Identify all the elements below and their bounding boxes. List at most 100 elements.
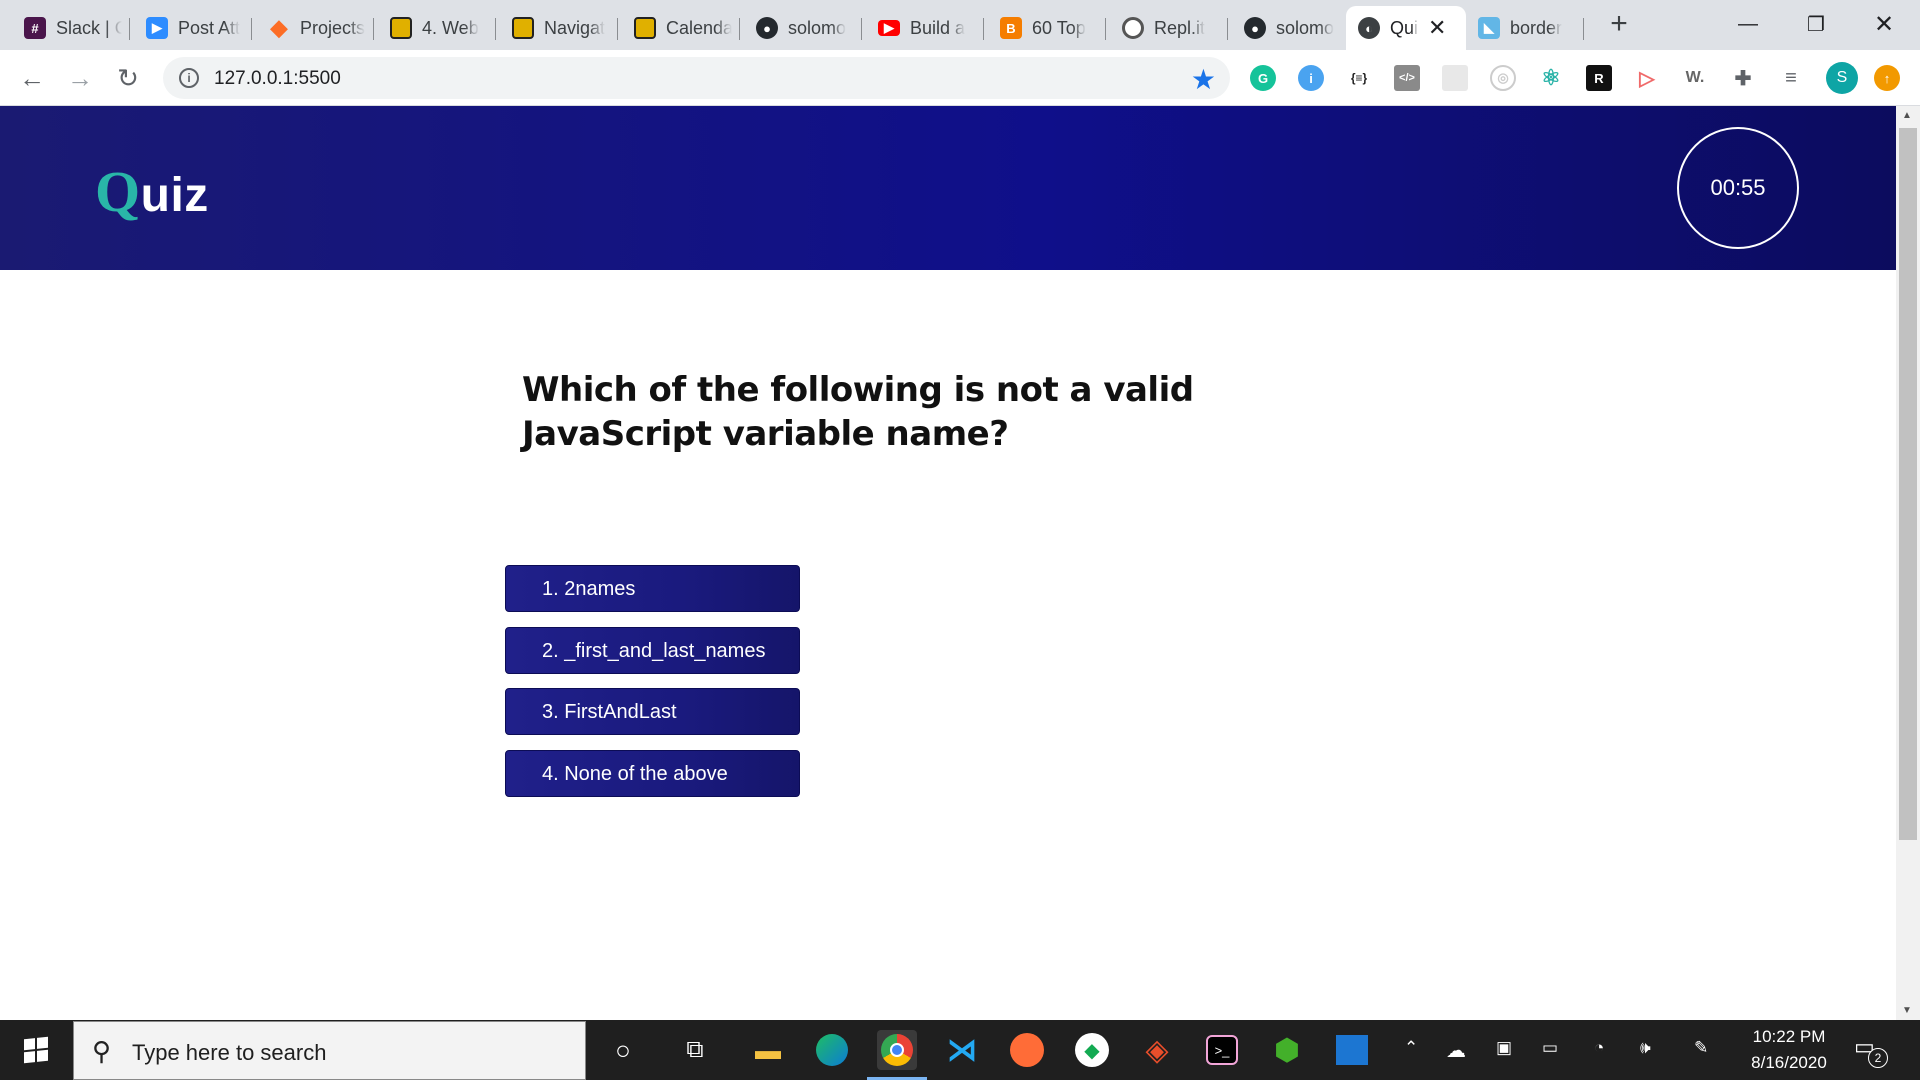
quiz-header: Quiz 00:55 bbox=[0, 106, 1896, 270]
taskbar-search-box[interactable]: ⚲ Type here to search bbox=[73, 1021, 586, 1080]
windows-taskbar: ⚲ Type here to search ○ ⧉ ▬ ⋊ ◆ ◈ >_ ⬢ ⌃… bbox=[0, 1020, 1920, 1080]
zoom-icon: ▶ bbox=[146, 17, 168, 39]
youtube-icon: ▶ bbox=[878, 20, 900, 36]
tab-quiz-active[interactable]: ◐ Qui ✕ bbox=[1346, 6, 1466, 50]
tab-label: Qui bbox=[1390, 17, 1419, 38]
tab-blogger[interactable]: B 60 Top bbox=[988, 6, 1106, 50]
close-window-button[interactable]: ✕ bbox=[1854, 6, 1914, 42]
logo-initial: Q bbox=[95, 159, 141, 224]
screen-sharing-icon[interactable]: ▣ bbox=[1496, 1038, 1512, 1058]
github-icon: ● bbox=[1244, 17, 1266, 39]
git-icon[interactable]: ◈ bbox=[1137, 1030, 1177, 1070]
scroll-down-arrow-icon[interactable]: ▼ bbox=[1902, 1005, 1912, 1016]
answer-option-2[interactable]: 2. _first_and_last_names bbox=[505, 626, 800, 674]
tab-label: Navigat bbox=[544, 17, 606, 38]
mongodb-compass-icon[interactable]: ◆ bbox=[1072, 1030, 1112, 1070]
learn-icon bbox=[390, 17, 412, 39]
scroll-up-arrow-icon[interactable]: ▲ bbox=[1902, 110, 1912, 121]
bookmark-star-icon[interactable]: ★ bbox=[1191, 63, 1216, 96]
r-extension-icon[interactable]: R bbox=[1586, 65, 1612, 91]
tab-github-2[interactable]: ● solomo bbox=[1232, 6, 1350, 50]
site-info-icon[interactable]: i bbox=[179, 68, 199, 88]
tab-label: solomo bbox=[1276, 17, 1335, 38]
info-extension-icon[interactable]: i bbox=[1298, 65, 1324, 91]
tab-calendar[interactable]: Calenda bbox=[622, 6, 740, 50]
tab-replit[interactable]: Repl.it bbox=[1110, 6, 1228, 50]
new-tab-button[interactable]: + bbox=[1604, 9, 1634, 40]
minimize-button[interactable]: — bbox=[1718, 6, 1778, 42]
tab-label: 60 Top bbox=[1032, 17, 1086, 38]
terminal-icon[interactable]: >_ bbox=[1202, 1030, 1242, 1070]
play-extension-icon[interactable]: ▷ bbox=[1634, 65, 1660, 91]
file-explorer-icon[interactable]: ▬ bbox=[748, 1030, 788, 1070]
countdown-timer: 00:55 bbox=[1677, 127, 1799, 249]
screen: # Slack | C ▶ Post Att ◆ Projects 4. Web… bbox=[0, 0, 1920, 1080]
tab-label: Build a bbox=[910, 17, 966, 38]
close-icon[interactable]: ✕ bbox=[1428, 15, 1446, 41]
gitlab-icon: ◆ bbox=[270, 15, 288, 40]
pen-icon[interactable]: ✎ bbox=[1694, 1038, 1708, 1058]
browser-toolbar: ← → ↻ i 127.0.0.1:5500 ★ G i {≡} </> ◎ ⚛… bbox=[0, 50, 1920, 106]
tab-slack[interactable]: # Slack | C bbox=[12, 6, 130, 50]
battery-icon[interactable]: ▭ bbox=[1542, 1038, 1558, 1058]
media-control-icon[interactable]: ≡ bbox=[1778, 65, 1804, 91]
tab-youtube[interactable]: ▶ Build a bbox=[866, 6, 984, 50]
grammarly-icon[interactable]: G bbox=[1250, 65, 1276, 91]
tab-github[interactable]: ● solomo bbox=[744, 6, 862, 50]
tab-navigation[interactable]: Navigat bbox=[500, 6, 618, 50]
grid-extension-icon[interactable] bbox=[1442, 65, 1468, 91]
answer-option-4[interactable]: 4. None of the above bbox=[505, 749, 800, 797]
answer-option-3[interactable]: 3. FirstAndLast bbox=[505, 688, 800, 735]
react-devtools-icon[interactable]: ⚛ bbox=[1538, 65, 1564, 91]
start-button[interactable] bbox=[0, 1020, 72, 1080]
puzzle-extensions-icon[interactable]: ✚ bbox=[1730, 65, 1756, 91]
task-view-icon[interactable]: ⧉ bbox=[675, 1030, 715, 1070]
page-scrollbar[interactable]: ▲ ▼ bbox=[1896, 106, 1920, 1020]
notification-count-badge: 2 bbox=[1868, 1048, 1888, 1068]
system-clock[interactable]: 10:22 PM 8/16/2020 bbox=[1734, 1024, 1844, 1076]
chrome-icon[interactable] bbox=[867, 1030, 927, 1080]
address-bar[interactable]: i 127.0.0.1:5500 ★ bbox=[163, 57, 1230, 99]
w-extension-icon[interactable]: W. bbox=[1682, 65, 1708, 91]
reload-button[interactable]: ↻ bbox=[110, 60, 146, 96]
tab-label: Projects bbox=[300, 17, 366, 38]
onedrive-icon[interactable]: ☁ bbox=[1446, 1038, 1466, 1063]
scrollbar-thumb[interactable] bbox=[1899, 128, 1917, 840]
vscode-icon[interactable]: ⋊ bbox=[942, 1030, 982, 1070]
globe-icon: ◐ bbox=[1358, 17, 1380, 39]
volume-icon[interactable]: 🕪 bbox=[1640, 1038, 1651, 1058]
answer-list: 1. 2names 2. _first_and_last_names 3. Fi… bbox=[505, 565, 800, 811]
learn-icon bbox=[634, 17, 656, 39]
tab-zoom[interactable]: ▶ Post Att bbox=[134, 6, 252, 50]
tab-label: Post Att bbox=[178, 17, 241, 38]
answer-option-1[interactable]: 1. 2names bbox=[505, 565, 800, 612]
back-button[interactable]: ← bbox=[14, 60, 50, 96]
code-extension-icon[interactable]: </> bbox=[1394, 65, 1420, 91]
tab-label: border bbox=[1510, 17, 1563, 38]
action-center-icon[interactable]: ▭ 2 bbox=[1854, 1034, 1888, 1068]
postman-icon[interactable] bbox=[1007, 1030, 1047, 1070]
show-hidden-icons-icon[interactable]: ⌃ bbox=[1404, 1038, 1418, 1058]
update-icon[interactable]: ↑ bbox=[1874, 65, 1900, 91]
profile-avatar[interactable]: S bbox=[1826, 62, 1858, 94]
tab-web[interactable]: 4. Web bbox=[378, 6, 496, 50]
forward-button[interactable]: → bbox=[62, 60, 98, 96]
clock-time: 10:22 PM bbox=[1752, 1027, 1826, 1046]
tab-gitlab[interactable]: ◆ Projects bbox=[256, 6, 374, 50]
json-viewer-icon[interactable]: {≡} bbox=[1346, 65, 1372, 91]
restore-button[interactable]: ❐ bbox=[1786, 6, 1846, 42]
tab-label: Repl.it bbox=[1154, 17, 1206, 38]
clock-date: 8/16/2020 bbox=[1751, 1053, 1827, 1072]
search-placeholder: Type here to search bbox=[132, 1040, 327, 1065]
bird-icon: ◣ bbox=[1478, 17, 1500, 39]
camera-extension-icon[interactable]: ◎ bbox=[1490, 65, 1516, 91]
photos-icon[interactable] bbox=[1332, 1030, 1372, 1070]
edge-icon[interactable] bbox=[812, 1030, 852, 1070]
search-icon: ⚲ bbox=[92, 1036, 112, 1066]
wifi-icon[interactable]: ◔ bbox=[1594, 1038, 1604, 1058]
cortana-icon[interactable]: ○ bbox=[603, 1030, 643, 1070]
browser-tab-strip: # Slack | C ▶ Post Att ◆ Projects 4. Web… bbox=[0, 0, 1920, 50]
nodejs-icon[interactable]: ⬢ bbox=[1267, 1030, 1307, 1070]
tab-border[interactable]: ◣ border bbox=[1466, 6, 1584, 50]
replit-icon bbox=[1122, 17, 1144, 39]
